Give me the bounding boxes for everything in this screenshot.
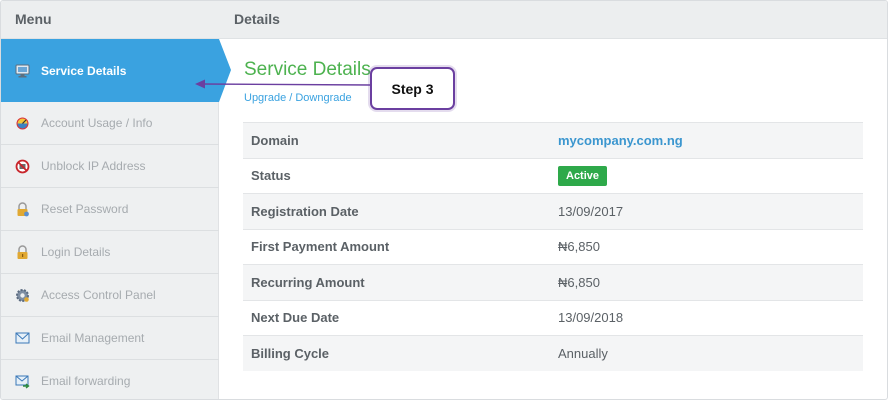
sidebar-item-label: Email Management (41, 331, 145, 345)
service-details-table: Domain mycompany.com.ng Status Active Re… (243, 122, 863, 371)
details-heading: Details (234, 11, 280, 27)
row-value: Annually (558, 345, 608, 361)
sidebar-item-email-forwarding[interactable]: Email forwarding (1, 360, 219, 399)
sidebar-item-account-usage[interactable]: Account Usage / Info (1, 102, 219, 145)
sidebar-item-login-details[interactable]: Login Details (1, 231, 219, 274)
status-badge: Active (558, 165, 608, 186)
window-frame: Menu Details Service Details Account Usa… (0, 0, 888, 400)
row-value: ₦6,850 (558, 239, 600, 255)
menu-heading: Menu (15, 11, 52, 27)
sidebar-item-email-management[interactable]: Email Management (1, 317, 219, 360)
row-value: 13/09/2017 (558, 203, 624, 219)
table-row: Registration Date 13/09/2017 (243, 193, 863, 229)
forward-mail-icon (14, 373, 30, 389)
lock-icon (14, 201, 30, 217)
annotation-arrow (195, 79, 371, 89)
sidebar-item-access-control-panel[interactable]: Access Control Panel (1, 274, 219, 317)
status-cell: Active (558, 165, 608, 186)
step-callout: Step 3 (370, 67, 455, 110)
sidebar-item-label: Unblock IP Address (41, 159, 146, 173)
table-row: First Payment Amount ₦6,850 (243, 228, 863, 265)
monitor-icon (14, 63, 30, 79)
top-bar: Menu Details (1, 1, 887, 39)
sidebar-item-reset-password[interactable]: Reset Password (1, 188, 219, 231)
envelope-icon (14, 330, 30, 346)
row-label: Status (251, 168, 291, 184)
padlock-icon (14, 244, 30, 260)
row-label: Registration Date (251, 203, 359, 219)
sidebar-item-label: Reset Password (41, 202, 129, 216)
sidebar-item-label: Service Details (41, 63, 127, 78)
row-label: Recurring Amount (251, 274, 365, 290)
domain-link[interactable]: mycompany.com.ng (558, 133, 683, 148)
sidebar-item-unblock-ip[interactable]: Unblock IP Address (1, 145, 219, 188)
table-row: Next Due Date 13/09/2018 (243, 299, 863, 336)
row-value: ₦6,850 (558, 274, 600, 290)
sidebar-item-label: Account Usage / Info (41, 116, 153, 130)
table-row: Domain mycompany.com.ng (243, 122, 863, 158)
no-entry-icon (14, 158, 30, 174)
sidebar-item-label: Access Control Panel (41, 288, 156, 302)
table-row: Billing Cycle Annually (243, 335, 863, 371)
sidebar-item-label: Email forwarding (41, 374, 131, 388)
table-row: Recurring Amount ₦6,850 (243, 264, 863, 300)
row-value: 13/09/2018 (558, 310, 624, 326)
row-label: Next Due Date (251, 310, 340, 326)
sidebar-item-service-details[interactable]: Service Details (1, 39, 219, 102)
row-label: Domain (251, 132, 299, 148)
gear-icon (14, 287, 30, 303)
table-row: Status Active (243, 157, 863, 194)
sidebar-menu: Service Details Account Usage / Info Unb… (1, 39, 219, 399)
gauge-icon (14, 115, 30, 131)
sidebar-item-label: Login Details (41, 245, 111, 259)
row-label: Billing Cycle (251, 345, 330, 361)
row-label: First Payment Amount (251, 239, 390, 255)
